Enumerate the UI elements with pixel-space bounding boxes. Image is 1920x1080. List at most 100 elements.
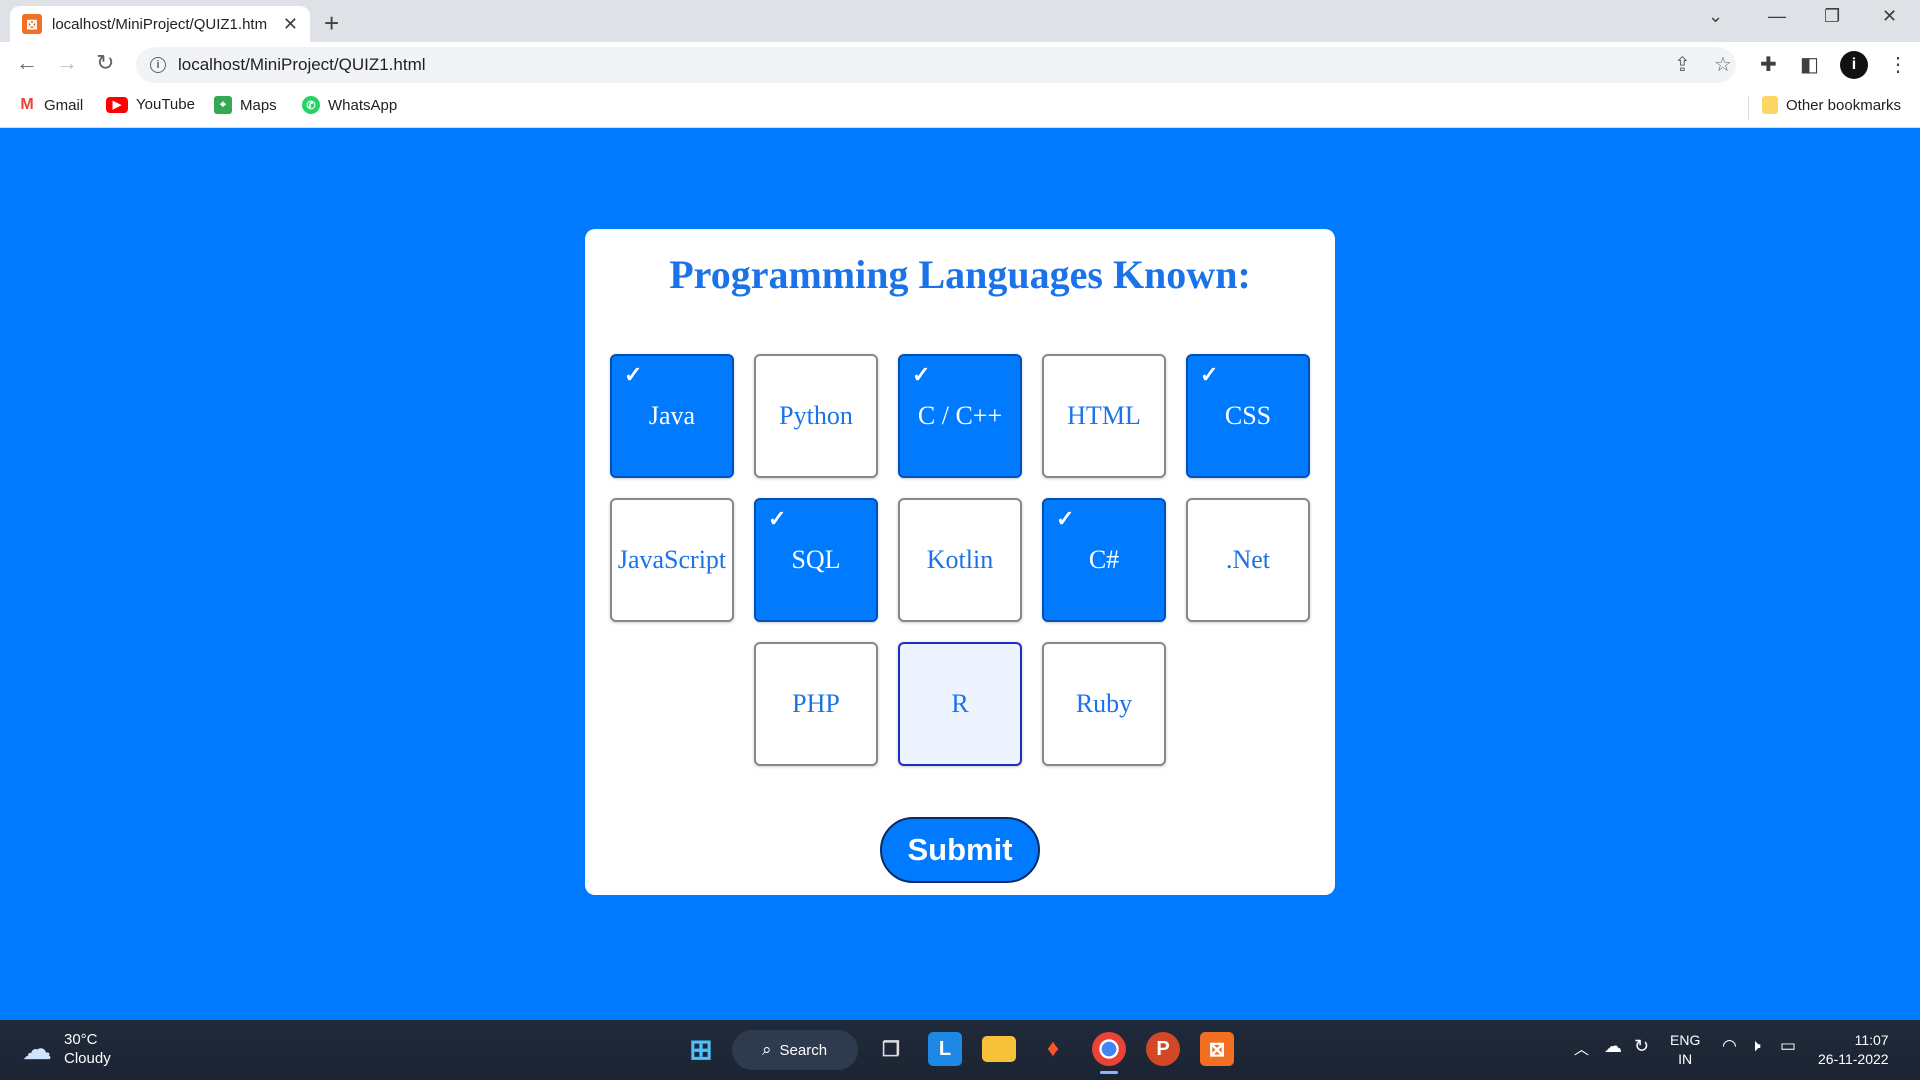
option-tile[interactable]: ✓ CSS xyxy=(1186,354,1310,478)
checkmark-icon: ✓ xyxy=(768,506,787,531)
close-window-button[interactable]: ✕ xyxy=(1882,6,1897,27)
taskbar: ☁ 30°C Cloudy ⊞ ⌕ Search ❐ L ♦ P ⊠ ︿ ☁ ↻… xyxy=(0,1020,1920,1080)
option-tile[interactable]: Kotlin xyxy=(898,498,1022,622)
lang-bottom: IN xyxy=(1678,1051,1693,1067)
chrome-active-indicator xyxy=(1100,1071,1118,1074)
onedrive-icon[interactable]: ☁ xyxy=(1604,1036,1622,1057)
option-tile[interactable]: JavaScript xyxy=(610,498,734,622)
option-tile[interactable]: ✓ Java xyxy=(610,354,734,478)
option-label: CSS xyxy=(1224,401,1272,430)
option-label: R xyxy=(951,689,969,718)
profile-avatar[interactable]: i xyxy=(1840,51,1868,79)
search-label: Search xyxy=(779,1041,828,1059)
folder-icon xyxy=(1762,96,1778,114)
option-label: Ruby xyxy=(1075,689,1133,718)
option-label: JavaScript xyxy=(617,545,727,574)
extensions-icon[interactable]: ✚ xyxy=(1760,52,1777,77)
option-tile[interactable]: ✓ C# xyxy=(1042,498,1166,622)
tab-search-chevron-icon[interactable]: ⌄ xyxy=(1708,6,1723,27)
browser-tab-active[interactable]: ⊠ localhost/MiniProject/QUIZ1.htm ✕ xyxy=(10,6,310,42)
other-bookmarks[interactable]: Other bookmarks xyxy=(1762,96,1901,114)
reload-icon[interactable]: ↻ xyxy=(96,50,114,76)
maps-icon: ⌖ xyxy=(214,96,232,114)
restore-button[interactable]: ❐ xyxy=(1824,6,1840,27)
new-tab-button[interactable]: + xyxy=(324,8,339,39)
task-view-icon[interactable]: ❐ xyxy=(874,1032,908,1066)
option-label: C / C++ xyxy=(917,401,1003,430)
option-label: Python xyxy=(779,401,853,430)
lang-top: ENG xyxy=(1670,1032,1701,1048)
weather-desc: Cloudy xyxy=(64,1050,111,1067)
option-label: HTML xyxy=(1067,401,1141,430)
option-label: C# xyxy=(1088,545,1120,574)
checkmark-icon: ✓ xyxy=(1056,506,1075,531)
bookmark-star-icon[interactable]: ☆ xyxy=(1714,47,1732,83)
whatsapp-icon: ✆ xyxy=(302,96,320,114)
url-text: localhost/MiniProject/QUIZ1.html xyxy=(178,55,426,74)
language-indicator[interactable]: ENG IN xyxy=(1670,1031,1700,1069)
address-bar[interactable]: i localhost/MiniProject/QUIZ1.html ⇪ ☆ xyxy=(136,47,1736,83)
taskbar-search[interactable]: ⌕ Search xyxy=(732,1030,858,1070)
share-icon[interactable]: ⇪ xyxy=(1674,47,1691,83)
option-label: PHP xyxy=(792,689,840,718)
tab-title: localhost/MiniProject/QUIZ1.htm xyxy=(52,15,268,33)
submit-button[interactable]: Submit xyxy=(880,817,1040,883)
option-tile[interactable]: .Net xyxy=(1186,498,1310,622)
checkmark-icon: ✓ xyxy=(912,362,931,387)
lenovo-vantage-icon[interactable]: L xyxy=(928,1032,962,1066)
option-tile[interactable]: ✓ C / C++ xyxy=(898,354,1022,478)
bookmark-maps[interactable]: ⌖ Maps xyxy=(214,96,277,114)
forward-icon[interactable]: → xyxy=(56,50,78,76)
option-tile[interactable]: Ruby xyxy=(1042,642,1166,766)
site-info-icon[interactable]: i xyxy=(150,57,166,73)
other-bookmarks-label: Other bookmarks xyxy=(1786,96,1902,114)
bookmark-label: Maps xyxy=(240,96,277,114)
minimize-button[interactable]: — xyxy=(1768,6,1786,27)
wifi-icon[interactable]: ◠ xyxy=(1722,1036,1737,1056)
checkmark-icon: ✓ xyxy=(1200,362,1219,387)
clock[interactable]: 11:07 26-11-2022 xyxy=(1818,1031,1889,1069)
youtube-icon: ▶ xyxy=(106,96,128,113)
checkmark-icon: ✓ xyxy=(624,362,643,387)
speaker-muted-icon[interactable]: 🕨 xyxy=(1750,1036,1761,1056)
powerpoint-icon[interactable]: P xyxy=(1146,1032,1180,1066)
side-panel-icon[interactable]: ◧ xyxy=(1800,52,1819,77)
bookmarks-bar: M Gmail ▶ YouTube ⌖ Maps ✆ WhatsApp Othe… xyxy=(0,88,1920,128)
clock-date: 26-11-2022 xyxy=(1818,1051,1889,1067)
bookmark-youtube[interactable]: ▶ YouTube xyxy=(106,96,195,113)
xampp-icon: ⊠ xyxy=(22,14,42,34)
back-icon[interactable]: ← xyxy=(16,50,38,76)
gmail-icon: M xyxy=(18,96,36,114)
menu-kebab-icon[interactable]: ⋮ xyxy=(1888,52,1908,77)
cloud-icon: ☁ xyxy=(22,1032,52,1066)
quiz-card: Programming Languages Known: ✓ Java Python… xyxy=(585,229,1335,895)
option-tile[interactable]: PHP xyxy=(754,642,878,766)
bookmark-label: YouTube xyxy=(136,96,195,113)
option-tile[interactable]: HTML xyxy=(1042,354,1166,478)
bookmark-whatsapp[interactable]: ✆ WhatsApp xyxy=(302,96,397,114)
bookmark-label: Gmail xyxy=(44,96,84,114)
option-tile[interactable]: ✓ SQL xyxy=(754,498,878,622)
tray-overflow-icon[interactable]: ︿ xyxy=(1574,1038,1589,1059)
bookmarks-divider xyxy=(1748,96,1749,120)
brave-browser-icon[interactable]: ♦ xyxy=(1036,1032,1070,1066)
weather-widget[interactable]: ☁ 30°C Cloudy xyxy=(22,1030,111,1068)
clock-time: 11:07 xyxy=(1854,1032,1889,1048)
bookmark-gmail[interactable]: M Gmail xyxy=(18,96,83,114)
option-tile[interactable]: Python xyxy=(754,354,878,478)
weather-temp: 30°C xyxy=(64,1031,98,1048)
windows-start-icon[interactable]: ⊞ xyxy=(684,1032,718,1066)
xampp-taskbar-icon[interactable]: ⊠ xyxy=(1200,1032,1234,1066)
file-explorer-icon[interactable] xyxy=(982,1036,1016,1062)
sync-icon[interactable]: ↻ xyxy=(1634,1036,1649,1057)
option-label: Java xyxy=(648,401,696,430)
option-tile[interactable]: R xyxy=(898,642,1022,766)
quiz-title: Programming Languages Known: xyxy=(669,252,1251,297)
close-tab-icon[interactable]: ✕ xyxy=(283,14,298,35)
chrome-icon[interactable] xyxy=(1092,1032,1126,1066)
option-label: SQL xyxy=(791,545,841,574)
option-label: .Net xyxy=(1225,545,1271,574)
option-label: Kotlin xyxy=(926,545,994,574)
battery-icon[interactable]: ▭ xyxy=(1780,1036,1796,1056)
tab-strip: ⊠ localhost/MiniProject/QUIZ1.htm ✕ + ⌄ … xyxy=(0,0,1920,42)
